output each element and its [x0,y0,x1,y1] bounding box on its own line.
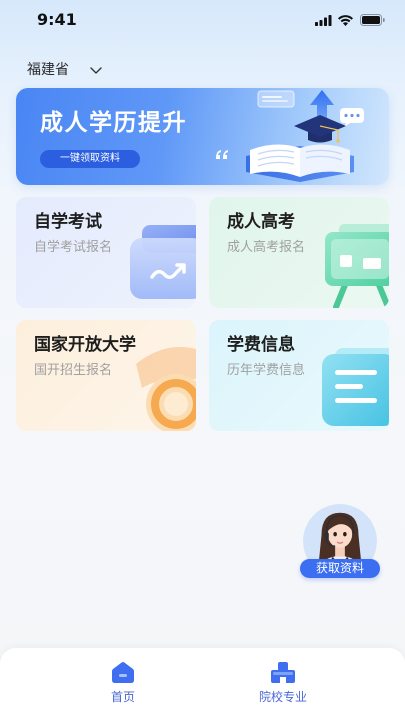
card-title: 成人高考 [227,212,295,232]
tab-schools-majors[interactable]: 院校专业 [243,648,323,720]
card-tuition-info[interactable]: 学费信息 历年学费信息 [209,320,389,431]
home-icon [112,662,134,683]
card-subtitle: 历年学费信息 [227,363,306,378]
province-selector[interactable]: 福建省 [27,60,107,80]
province-label: 福建省 [27,62,69,78]
card-adult-college-exam[interactable]: 成人高考 成人高考报名 [209,197,389,308]
get-materials-assistant[interactable]: 获取资料 [300,504,380,579]
card-title: 国家开放大学 [34,335,136,355]
tab-schools-majors-label: 院校专业 [258,690,307,704]
card-subtitle: 成人高考报名 [227,240,306,255]
get-materials-button[interactable]: 一键领取资料 [40,150,140,168]
graduation-cap [294,115,346,143]
school-icon [271,662,295,683]
tab-home[interactable]: 首页 [83,648,163,720]
cellular-signal-icon [315,15,332,26]
ui-card-shape [257,90,295,108]
open-book [246,144,354,182]
status-time: 9:41 [37,10,77,29]
chevron-down-icon [90,67,102,74]
status-bar: 9:41 [0,0,405,40]
assistant-label: 获取资料 [300,559,380,578]
battery-icon [360,14,385,26]
chat-bubble-icon [340,108,364,127]
card-subtitle: 自学考试报名 [34,240,113,255]
card-title: 学费信息 [227,335,295,355]
book-graduation-cap-illustration [216,90,364,182]
card-open-university[interactable]: 国家开放大学 国开招生报名 [16,320,196,431]
tab-home-label: 首页 [110,690,135,704]
banner-title: 成人学历提升 [40,110,187,136]
card-subtitle: 国开招生报名 [34,363,113,378]
card-title: 自学考试 [34,212,102,232]
wifi-icon [338,15,353,26]
card-self-study-exam[interactable]: 自学考试 自学考试报名 [16,197,196,308]
quote-mark [216,150,228,159]
bottom-tab-bar: 首页 院校专业 [0,648,405,720]
promo-banner[interactable]: 成人学历提升 一键领取资料 [16,88,389,185]
